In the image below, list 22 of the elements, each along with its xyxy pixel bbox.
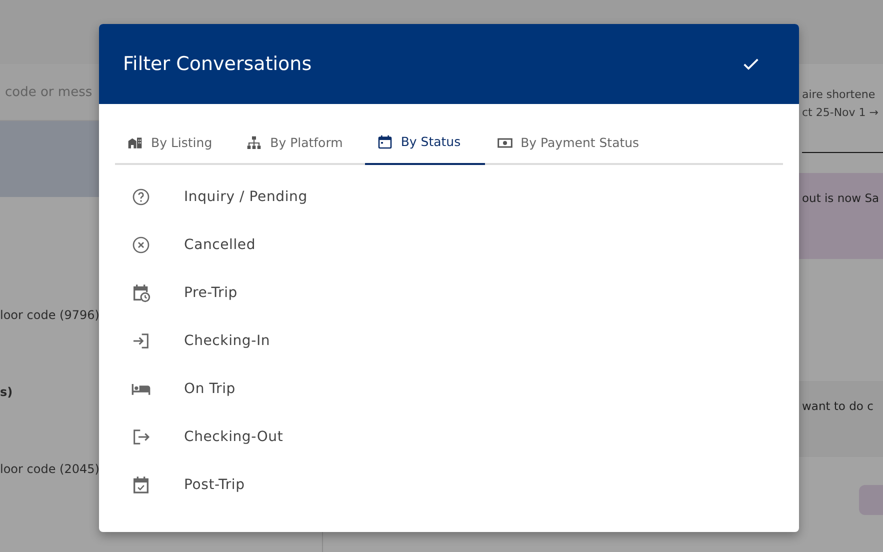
question-icon <box>131 187 151 207</box>
tab[interactable]: By Status <box>364 120 485 165</box>
building-icon <box>127 134 143 150</box>
calendar-check-icon <box>131 475 151 495</box>
status-option[interactable]: Checking-In <box>99 317 799 365</box>
sitemap-icon <box>246 134 262 150</box>
tab[interactable]: By Listing <box>115 120 224 165</box>
login-icon <box>131 331 151 351</box>
cancel-icon <box>131 235 151 255</box>
status-option[interactable]: Pre-Trip <box>99 269 799 317</box>
status-option[interactable]: Post-Trip <box>99 461 799 509</box>
reservation-info: ct 25-Nov 1 → <box>802 106 880 119</box>
logout-icon <box>131 427 151 447</box>
tab[interactable]: By Payment Status <box>484 120 652 165</box>
tab[interactable]: By Platform <box>234 120 355 165</box>
message-preview: loor code (9796) <box>0 308 100 322</box>
calendar-icon <box>376 134 393 150</box>
calendar-clock-icon <box>131 283 151 303</box>
message-preview: loor code (2045) <box>0 462 100 476</box>
reservation-info: aire shortene <box>802 88 876 101</box>
dialog-title: Filter Conversations <box>123 53 312 75</box>
guest-name: s) <box>0 384 13 398</box>
